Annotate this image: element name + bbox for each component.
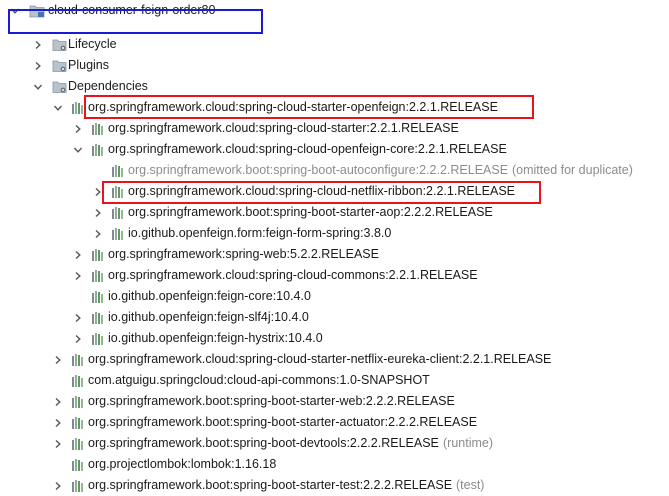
tree-row-label: org.springframework.cloud:spring-cloud-s… <box>108 121 459 135</box>
chevron-right-icon[interactable] <box>52 475 64 496</box>
chevron-right-icon[interactable] <box>52 349 64 370</box>
tree-row[interactable]: io.github.openfeign:feign-hystrix:10.4.0 <box>0 328 669 349</box>
tree-row-label: org.springframework.cloud:spring-cloud-o… <box>108 142 507 156</box>
library-icon <box>111 160 125 181</box>
tree-row-label: org.springframework.boot:spring-boot-sta… <box>88 478 453 492</box>
tree-row[interactable]: org.springframework.boot:spring-boot-sta… <box>0 391 669 412</box>
tree-row-label: io.github.openfeign:feign-hystrix:10.4.0 <box>108 331 323 345</box>
tree-row[interactable]: org.springframework.cloud:spring-cloud-c… <box>0 265 669 286</box>
library-icon <box>71 454 85 475</box>
chevron-down-icon[interactable] <box>52 97 64 118</box>
chevron-right-icon[interactable] <box>32 34 44 55</box>
library-icon <box>71 475 85 496</box>
tree-row[interactable]: Lifecycle <box>0 34 669 55</box>
chevron-down-icon[interactable] <box>32 76 44 97</box>
folder-gear-icon <box>51 55 67 76</box>
tree-row[interactable]: org.projectlombok:lombok:1.16.18 <box>0 454 669 475</box>
tree-row[interactable]: io.github.openfeign:feign-core:10.4.0 <box>0 286 669 307</box>
chevron-right-icon[interactable] <box>32 55 44 76</box>
chevron-right-icon[interactable] <box>72 307 84 328</box>
library-icon <box>71 349 85 370</box>
tree-row[interactable]: Dependencies <box>0 76 669 97</box>
library-icon <box>91 139 105 160</box>
tree-row-label: org.springframework.boot:spring-boot-sta… <box>88 394 455 408</box>
tree-row[interactable]: org.springframework.cloud:spring-cloud-s… <box>0 349 669 370</box>
chevron-down-icon[interactable] <box>72 139 84 160</box>
tree-row-scope-note: (omitted for duplicate) <box>512 163 633 177</box>
tree-row-label: Plugins <box>68 58 109 72</box>
library-icon <box>111 223 125 244</box>
tree-row-scope-note: (runtime) <box>443 436 494 450</box>
openfeign-highlight-box <box>84 95 534 119</box>
library-icon <box>91 328 105 349</box>
library-icon <box>91 307 105 328</box>
tree-row-label: org.springframework.boot:spring-boot-aut… <box>128 163 509 177</box>
tree-row-label: org.springframework:spring-web:5.2.2.REL… <box>108 247 379 261</box>
tree-row-label: org.springframework.cloud:spring-cloud-s… <box>88 352 552 366</box>
tree-row[interactable]: io.github.openfeign.form:feign-form-spri… <box>0 223 669 244</box>
ribbon-highlight-box <box>102 181 541 204</box>
tree-row-label: org.projectlombok:lombok:1.16.18 <box>88 457 277 471</box>
library-icon <box>71 391 85 412</box>
tree-row-scope-note: (test) <box>456 478 485 492</box>
tree-row-label: io.github.openfeign:feign-core:10.4.0 <box>108 289 311 303</box>
tree-row[interactable]: org.springframework:spring-web:5.2.2.REL… <box>0 244 669 265</box>
tree-row-label: org.springframework.boot:spring-boot-sta… <box>88 415 478 429</box>
library-icon <box>111 202 125 223</box>
library-icon <box>71 412 85 433</box>
library-icon <box>71 433 85 454</box>
tree-row-label: org.springframework.boot:spring-boot-dev… <box>88 436 439 450</box>
tree-row-label: org.springframework.cloud:spring-cloud-c… <box>108 268 478 282</box>
tree-row-label: com.atguigu.springcloud:cloud-api-common… <box>88 373 430 387</box>
library-icon <box>91 244 105 265</box>
library-icon <box>91 265 105 286</box>
tree-row[interactable]: org.springframework.boot:spring-boot-dev… <box>0 433 669 454</box>
chevron-right-icon[interactable] <box>72 118 84 139</box>
root-highlight-box <box>8 9 263 34</box>
library-icon <box>91 118 105 139</box>
chevron-right-icon[interactable] <box>52 433 64 454</box>
tree-row[interactable]: Plugins <box>0 55 669 76</box>
tree-row[interactable]: org.springframework.cloud:spring-cloud-s… <box>0 118 669 139</box>
tree-row[interactable]: com.atguigu.springcloud:cloud-api-common… <box>0 370 669 391</box>
library-icon <box>91 286 105 307</box>
tree-row[interactable]: org.springframework.boot:spring-boot-sta… <box>0 202 669 223</box>
tree-row[interactable]: org.springframework.boot:spring-boot-aut… <box>0 160 669 181</box>
chevron-right-icon[interactable] <box>92 202 104 223</box>
tree-row[interactable]: org.springframework.cloud:spring-cloud-o… <box>0 139 669 160</box>
tree-row[interactable]: io.github.openfeign:feign-slf4j:10.4.0 <box>0 307 669 328</box>
folder-gear-icon <box>51 76 67 97</box>
tree-row[interactable]: org.springframework.boot:spring-boot-sta… <box>0 475 669 496</box>
tree-row-label: io.github.openfeign.form:feign-form-spri… <box>128 226 392 240</box>
tree-row-label: Lifecycle <box>68 37 117 51</box>
tree-row-label: org.springframework.boot:spring-boot-sta… <box>128 205 493 219</box>
chevron-right-icon[interactable] <box>52 391 64 412</box>
chevron-right-icon[interactable] <box>72 244 84 265</box>
chevron-right-icon[interactable] <box>52 412 64 433</box>
folder-gear-icon <box>51 34 67 55</box>
tree-row-label: Dependencies <box>68 79 148 93</box>
library-icon <box>71 97 85 118</box>
chevron-right-icon[interactable] <box>72 265 84 286</box>
library-icon <box>71 370 85 391</box>
chevron-right-icon[interactable] <box>72 328 84 349</box>
tree-row-label: io.github.openfeign:feign-slf4j:10.4.0 <box>108 310 309 324</box>
chevron-right-icon[interactable] <box>92 223 104 244</box>
tree-row[interactable]: org.springframework.boot:spring-boot-sta… <box>0 412 669 433</box>
